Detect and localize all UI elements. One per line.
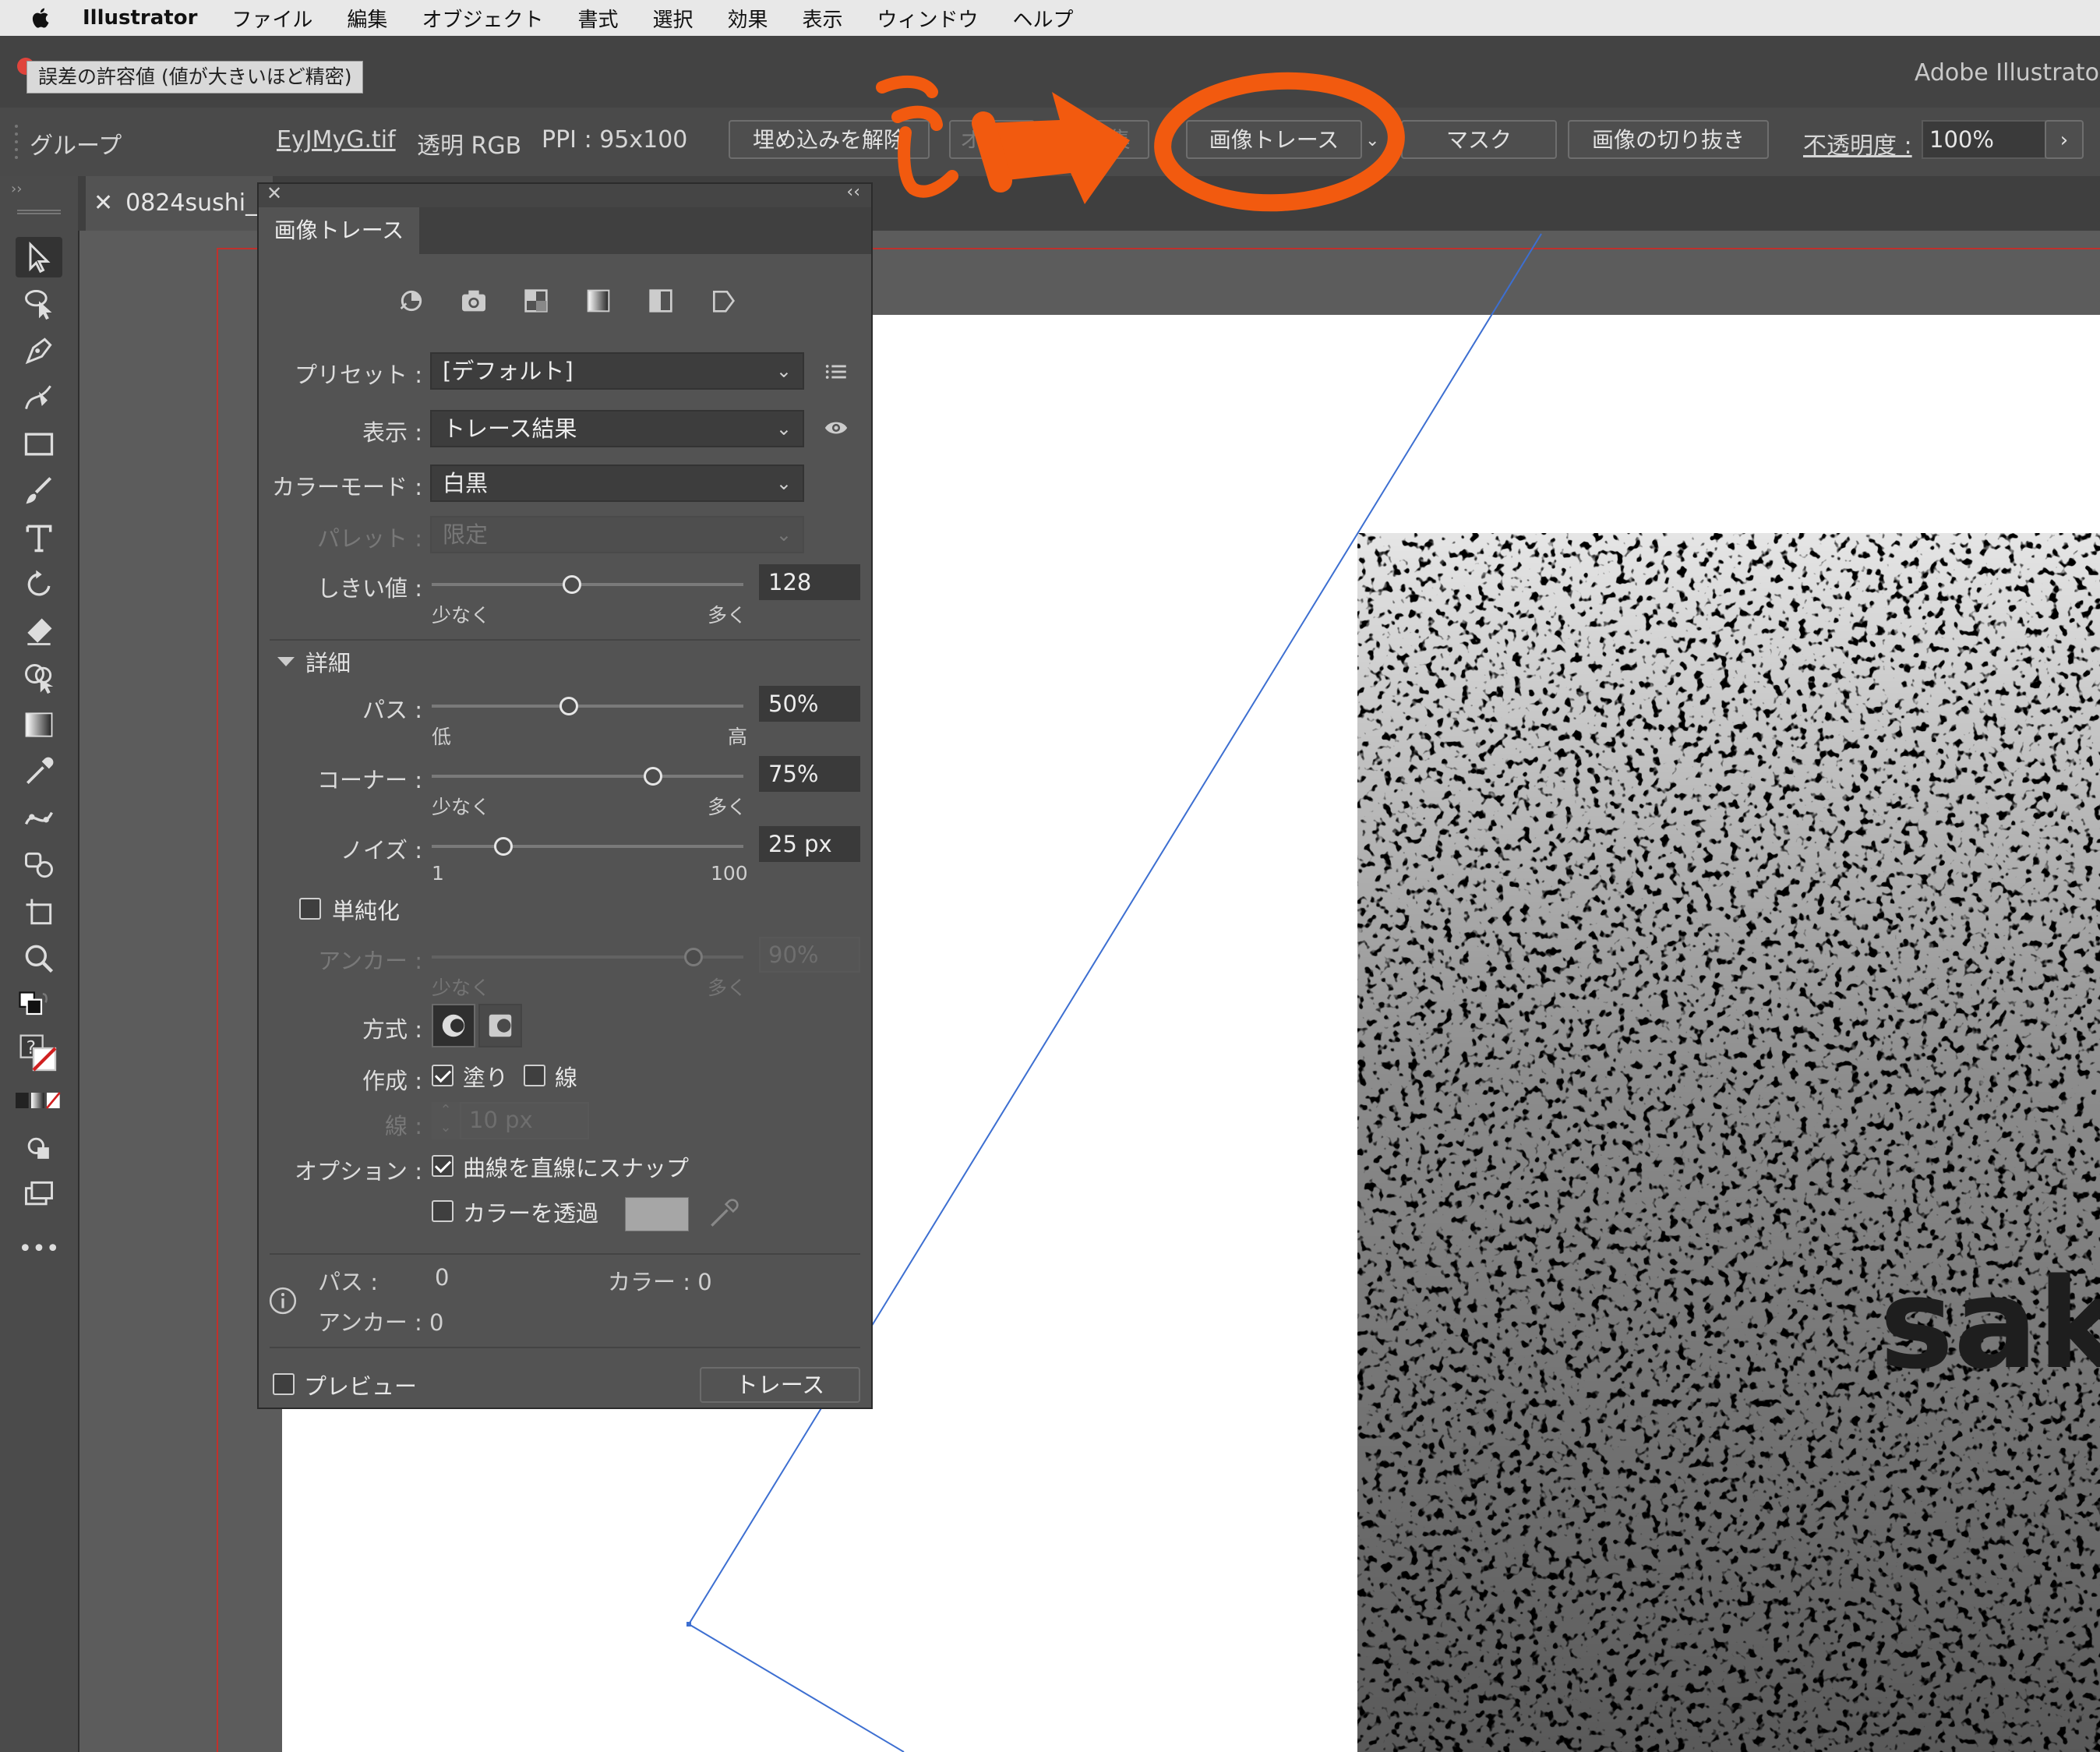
view-select[interactable]: トレース結果 ⌄ — [430, 410, 804, 447]
info-paths-label: パス : — [318, 1269, 378, 1295]
paths-max-label: 高 — [728, 726, 748, 748]
advanced-label: 詳細 — [305, 650, 351, 676]
create-label: 作成 : — [362, 1068, 422, 1094]
options-label: オプション : — [295, 1158, 422, 1185]
preset-select[interactable]: [デフォルト] ⌄ — [430, 352, 804, 390]
view-label: 表示 : — [362, 419, 422, 446]
color-mode-select[interactable]: 白黒 ⌄ — [430, 464, 804, 502]
black-and-white-icon[interactable] — [645, 285, 676, 316]
simplify-checkbox[interactable] — [299, 898, 321, 920]
chevron-down-icon: ⌄ — [775, 360, 792, 382]
corners-label: コーナー : — [317, 767, 422, 793]
divider — [270, 1253, 860, 1255]
ignore-color-swatch[interactable] — [625, 1197, 689, 1231]
paths-label: パス : — [362, 697, 422, 723]
high-color-camera-icon[interactable] — [458, 285, 489, 316]
color-mode-value: 白黒 — [443, 470, 489, 496]
fill-label: 塗り — [463, 1065, 509, 1091]
anchor-input[interactable]: 90% — [759, 937, 860, 973]
noise-slider-knob[interactable] — [494, 837, 513, 856]
noise-slider[interactable] — [432, 845, 743, 848]
collapse-panel-icon[interactable]: ‹‹ — [846, 182, 860, 202]
anchor-label: アンカー : — [318, 948, 422, 974]
anchor-max-label: 多く — [708, 977, 747, 999]
anchor-min-label: 少なく — [432, 977, 491, 999]
corners-min-label: 少なく — [432, 796, 491, 818]
paths-slider[interactable] — [432, 705, 743, 708]
preset-value: [デフォルト] — [443, 358, 574, 384]
outline-icon[interactable] — [708, 285, 739, 316]
paths-input[interactable]: 50% — [759, 686, 860, 722]
threshold-input[interactable]: 128 — [759, 564, 860, 600]
info-colors: カラー : 0 — [608, 1269, 712, 1295]
noise-max-label: 100 — [711, 862, 748, 885]
threshold-min-label: 少なく — [432, 604, 491, 627]
chevron-down-icon: ⌄ — [775, 524, 792, 546]
ignore-color-checkbox[interactable] — [432, 1200, 454, 1222]
method-abutting-button[interactable] — [432, 1004, 475, 1047]
panel-header[interactable]: ✕ ‹‹ — [259, 182, 871, 207]
divider — [270, 639, 860, 641]
divider — [270, 1347, 860, 1348]
fill-checkbox[interactable] — [432, 1065, 454, 1086]
method-overlapping-button[interactable] — [478, 1004, 522, 1047]
corners-input[interactable]: 75% — [759, 756, 860, 792]
chevron-down-icon: ⌄ — [775, 472, 792, 494]
simplify-label: 単純化 — [332, 898, 401, 924]
eye-icon[interactable] — [821, 415, 851, 441]
palette-select[interactable]: 限定 ⌄ — [430, 516, 804, 553]
auto-color-icon[interactable] — [396, 285, 427, 316]
corners-max-label: 多く — [708, 796, 747, 818]
corners-slider-knob[interactable] — [644, 767, 662, 786]
preset-menu-icon[interactable] — [823, 359, 849, 385]
info-icon — [269, 1287, 297, 1315]
view-value: トレース結果 — [443, 415, 577, 442]
snap-curves-label: 曲線を直線にスナップ — [463, 1155, 690, 1182]
trace-button[interactable]: トレース — [700, 1367, 860, 1403]
paths-min-label: 低 — [432, 726, 452, 748]
close-icon[interactable]: ✕ — [266, 182, 282, 204]
noise-min-label: 1 — [432, 862, 444, 885]
method-label: 方式 : — [362, 1016, 422, 1043]
threshold-max-label: 多く — [708, 604, 747, 627]
palette-value: 限定 — [443, 521, 489, 548]
stroke-width-input[interactable]: 10 px — [460, 1102, 589, 1139]
palette-label: パレット : — [317, 525, 422, 552]
info-paths-value: 0 — [435, 1264, 450, 1291]
info-anchors: アンカー : 0 — [318, 1309, 444, 1336]
eyedropper-icon[interactable] — [706, 1197, 740, 1231]
corners-slider[interactable] — [432, 775, 743, 778]
stroke-label: 線 — [555, 1065, 578, 1091]
preset-label: プリセット : — [295, 362, 422, 388]
preset-icon-row — [396, 285, 739, 320]
preview-label: プレビュー — [304, 1373, 418, 1400]
stroke-width-stepper[interactable]: ⌃ ⌄ — [432, 1102, 460, 1139]
noise-label: ノイズ : — [340, 837, 422, 864]
image-trace-panel: ✕ ‹‹ 画像トレース プリセット : [デフォルト] ⌄ 表示 : トレース結… — [257, 182, 873, 1409]
anchor-slider-knob[interactable] — [684, 948, 703, 966]
paths-slider-knob[interactable] — [559, 697, 578, 715]
stroke-checkbox[interactable] — [524, 1065, 545, 1086]
chevron-down-icon: ⌄ — [775, 418, 792, 440]
snap-curves-checkbox[interactable] — [432, 1155, 454, 1177]
abutting-method-icon — [442, 1014, 465, 1037]
preview-checkbox[interactable] — [273, 1373, 295, 1395]
overlapping-method-icon — [489, 1014, 512, 1037]
noise-input[interactable]: 25 px — [759, 826, 860, 862]
grayscale-icon[interactable] — [583, 285, 614, 316]
low-color-icon[interactable] — [521, 285, 552, 316]
threshold-label: しきい値 : — [317, 575, 422, 602]
panel-tab-image-trace[interactable]: 画像トレース — [259, 207, 419, 256]
threshold-slider[interactable] — [432, 583, 743, 586]
color-mode-label: カラーモード : — [272, 474, 422, 500]
advanced-toggle[interactable]: 詳細 — [276, 645, 351, 678]
threshold-slider-knob[interactable] — [563, 575, 581, 594]
disclosure-triangle-icon — [277, 657, 295, 666]
ignore-color-label: カラーを透過 — [463, 1200, 599, 1227]
stroke-width-label: 線 : — [385, 1113, 422, 1139]
